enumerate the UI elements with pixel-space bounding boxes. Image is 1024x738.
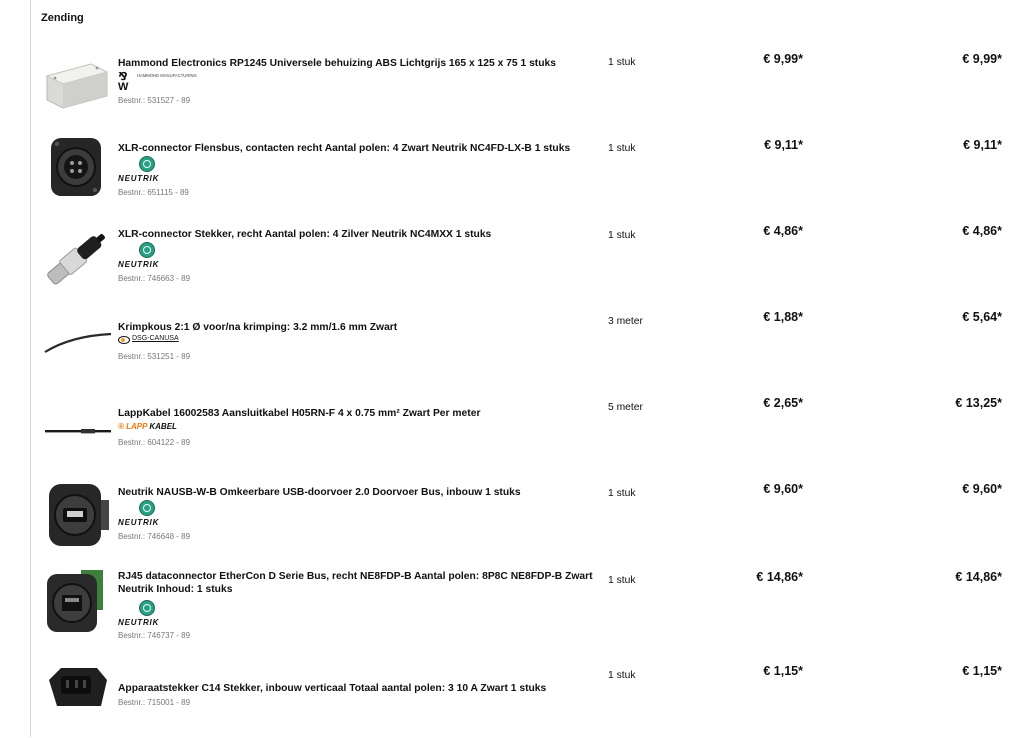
product-name[interactable]: XLR-connector Stekker, recht Aantal pole… [118,228,604,241]
order-number: Bestnr.: 746737 - 89 [118,631,191,640]
total-price: € 14,86* [955,570,1002,584]
neutrik-badge-icon [139,500,155,516]
total-price: € 9,11* [963,138,1002,152]
order-number: Bestnr.: 715001 - 89 [118,698,191,707]
unit-price: € 9,11* [764,138,803,152]
unit-price: € 9,99* [763,52,803,66]
list-item: XLR-connector Flensbus, contacten recht … [31,124,1024,210]
product-name[interactable]: Hammond Electronics RP1245 Universele be… [118,57,604,70]
product-image-xlr-socket[interactable] [41,132,113,204]
unit-price: € 14,86* [756,570,803,584]
quantity: 5 meter [608,402,643,413]
total-price: € 4,86* [962,224,1002,238]
shipment-panel: Zending Hammond Electronics RP1245 Unive… [30,0,1023,737]
total-price: € 13,25* [955,396,1002,410]
order-number: Bestnr.: 531251 - 89 [118,352,191,361]
order-number: Bestnr.: 604122 - 89 [118,438,191,447]
unit-price: € 1,15* [763,664,803,678]
order-number: Bestnr.: 651115 - 89 [118,188,189,197]
quantity: 1 stuk [608,57,636,68]
neutrik-badge-icon [139,242,155,258]
total-price: € 9,60* [962,482,1002,496]
order-number: Bestnr.: 746648 - 89 [118,532,191,541]
product-name[interactable]: Krimpkous 2:1 Ø voor/na krimping: 3.2 mm… [118,321,604,334]
quantity: 1 stuk [608,670,636,681]
total-price: € 9,99* [962,52,1002,66]
product-image-cable[interactable] [41,386,113,458]
unit-price: € 2,65* [763,396,803,410]
product-name[interactable]: LappKabel 16002583 Aansluitkabel H05RN-F… [118,407,604,420]
product-image-heat-shrink[interactable] [41,300,113,372]
brand-logo-neutrik: NEUTRIK [118,500,178,528]
unit-price: € 4,86* [763,224,803,238]
neutrik-badge-icon [139,600,155,616]
brand-logo-neutrik: NEUTRIK [118,156,178,184]
list-item: RJ45 dataconnector EtherCon D Serie Bus,… [31,554,1024,640]
quantity: 1 stuk [608,230,636,241]
section-title: Zending [41,12,84,24]
unit-price: € 1,88* [763,310,803,324]
brand-logo-neutrik: NEUTRIK [118,600,178,628]
brand-logo-dsg-canusa: DSG-CANUSA [118,335,198,346]
product-image-enclosure[interactable] [41,44,113,116]
list-item: Krimpkous 2:1 Ø voor/na krimping: 3.2 mm… [31,296,1024,382]
list-item: Apparaatstekker C14 Stekker, inbouw vert… [31,652,1024,738]
list-item: Hammond Electronics RP1245 Universele be… [31,38,1024,124]
list-item: Neutrik NAUSB-W-B Omkeerbare USB-doorvoe… [31,468,1024,554]
product-image-c14-inlet[interactable] [41,658,113,730]
order-number: Bestnr.: 746663 - 89 [118,274,191,283]
product-image-rj45-connector[interactable] [41,566,113,638]
brand-logo-neutrik: NEUTRIK [118,242,178,270]
product-name[interactable]: Apparaatstekker C14 Stekker, inbouw vert… [118,682,604,695]
total-price: € 1,15* [962,664,1002,678]
unit-price: € 9,60* [763,482,803,496]
dsg-ring-icon [118,336,130,344]
quantity: 3 meter [608,316,643,327]
product-image-usb-feedthrough[interactable] [41,480,113,552]
product-name[interactable]: RJ45 dataconnector EtherCon D Serie Bus,… [118,570,604,596]
order-number: Bestnr.: 531527 - 89 [118,96,191,105]
total-price: € 5,64* [962,310,1002,324]
brand-logo-hammond: ⅋ W HAMMOND MANUFACTURING [118,71,197,93]
quantity: 1 stuk [608,575,636,586]
quantity: 1 stuk [608,488,636,499]
product-name[interactable]: Neutrik NAUSB-W-B Omkeerbare USB-doorvoe… [118,486,604,499]
neutrik-badge-icon [139,156,155,172]
product-name[interactable]: XLR-connector Flensbus, contacten recht … [118,142,604,155]
product-image-xlr-plug[interactable] [41,222,113,294]
brand-logo-lappkabel: ® LAPP KABEL [118,422,177,431]
quantity: 1 stuk [608,143,636,154]
list-item: LappKabel 16002583 Aansluitkabel H05RN-F… [31,382,1024,468]
list-item: XLR-connector Stekker, recht Aantal pole… [31,210,1024,296]
